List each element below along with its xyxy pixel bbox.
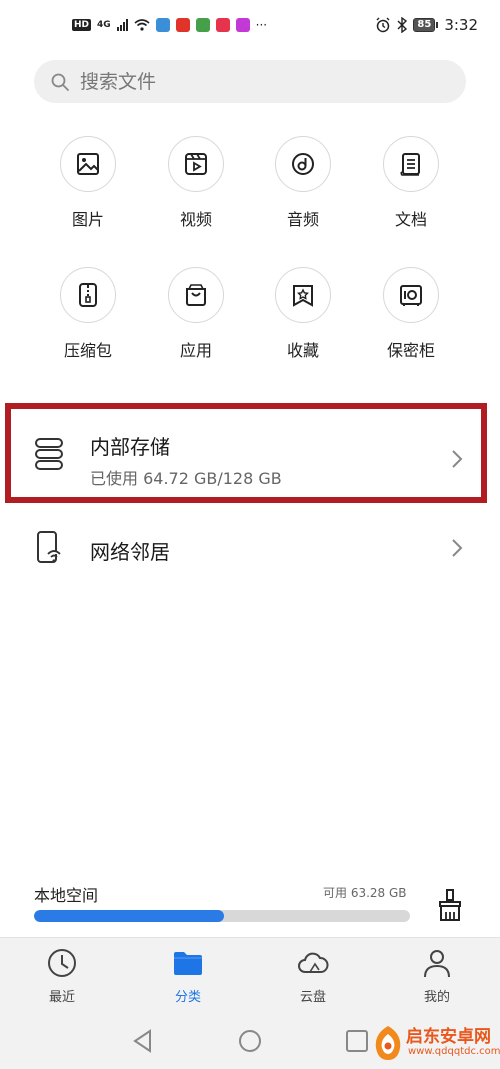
category-label: 保密柜 (386, 341, 435, 360)
recents-icon[interactable] (344, 1028, 370, 1054)
available-space: 可用 63.28 GB (323, 886, 407, 900)
category-label: 音频 (286, 210, 319, 229)
home-icon[interactable] (237, 1028, 263, 1054)
tab-me[interactable]: 我的 (397, 946, 477, 1005)
audio-icon (292, 153, 314, 175)
tab-label: 最近 (48, 990, 75, 1005)
category-audio[interactable]: 音频 (258, 136, 348, 230)
app-notification-icon (175, 18, 190, 32)
category-label: 文档 (394, 210, 427, 229)
bottom-tab-bar: 最近 分类 云盘 我的 (0, 937, 500, 1012)
watermark: 启东安卓网 www.qdqqtdc.com (372, 1022, 500, 1066)
app-notification-icon (215, 18, 230, 32)
archive-icon (79, 283, 97, 307)
status-left: HD 4G ··· (72, 18, 267, 32)
local-space-panel: 本地空间 可用 63.28 GB (0, 870, 500, 936)
search-icon (51, 73, 69, 91)
category-label: 应用 (179, 341, 212, 360)
category-safe[interactable]: 保密柜 (366, 267, 456, 361)
search-bar[interactable] (34, 60, 466, 103)
chevron-right-icon (452, 539, 463, 557)
clock-icon (48, 949, 76, 977)
clean-broom-icon[interactable] (436, 888, 464, 922)
favorite-icon (293, 285, 313, 307)
battery-icon: 85 (413, 18, 439, 32)
internal-storage-row[interactable]: 内部存储 已使用 64.72 GB/128 GB (0, 403, 500, 503)
battery-level: 85 (413, 18, 436, 32)
wifi-icon (134, 19, 150, 31)
category-label: 视频 (179, 210, 212, 229)
storage-progress-fill (34, 910, 225, 922)
network-neighbors-row[interactable]: 网络邻居 (0, 516, 500, 582)
back-icon[interactable] (130, 1028, 156, 1054)
status-bar: HD 4G ··· 85 3:32 (0, 0, 500, 58)
category-label: 收藏 (286, 341, 319, 360)
video-icon (185, 153, 207, 175)
storage-progress-bar (34, 910, 410, 922)
watermark-logo-icon (375, 1026, 401, 1060)
watermark-url: www.qdqqtdc.com (408, 1046, 500, 1057)
network-phone-icon (37, 531, 61, 563)
watermark-title: 启东安卓网 (406, 1027, 491, 1047)
app-notification-icon (155, 18, 170, 32)
signal-icon (116, 19, 128, 31)
search-input[interactable] (80, 70, 440, 93)
tab-label: 分类 (174, 990, 201, 1005)
clock-time: 3:32 (444, 16, 478, 34)
internal-storage-title: 内部存储 (90, 435, 170, 459)
tab-categories[interactable]: 分类 (148, 946, 228, 1005)
status-right: 85 3:32 (375, 16, 478, 34)
tab-recent[interactable]: 最近 (22, 946, 102, 1005)
network-type: 4G (97, 20, 111, 30)
category-images[interactable]: 图片 (43, 136, 133, 230)
tab-label: 我的 (423, 990, 450, 1005)
more-notifications-icon: ··· (255, 18, 268, 32)
person-icon (424, 950, 450, 978)
hd-badge: HD (72, 19, 92, 31)
category-favorites[interactable]: 收藏 (258, 267, 348, 361)
cloud-icon (298, 952, 329, 973)
tab-cloud[interactable]: 云盘 (273, 946, 353, 1005)
document-icon (400, 153, 420, 176)
category-documents[interactable]: 文档 (366, 136, 456, 230)
alarm-icon (376, 17, 390, 33)
folder-icon (174, 952, 202, 975)
bluetooth-icon (397, 17, 408, 33)
category-label: 图片 (71, 210, 104, 229)
local-space-label: 本地空间 (34, 886, 99, 905)
category-archives[interactable]: 压缩包 (43, 267, 133, 361)
tab-label: 云盘 (299, 990, 326, 1005)
app-bag-icon (186, 284, 206, 306)
image-icon (77, 153, 99, 175)
storage-icon (35, 438, 63, 470)
internal-storage-usage: 已使用 64.72 GB/128 GB (90, 469, 282, 488)
category-apps[interactable]: 应用 (151, 267, 241, 361)
app-notification-icon (195, 18, 210, 32)
category-videos[interactable]: 视频 (151, 136, 241, 230)
chevron-right-icon (452, 450, 463, 468)
safe-icon (400, 285, 422, 306)
category-label: 压缩包 (63, 341, 112, 360)
app-notification-icon (235, 18, 250, 32)
network-neighbors-title: 网络邻居 (90, 540, 170, 564)
